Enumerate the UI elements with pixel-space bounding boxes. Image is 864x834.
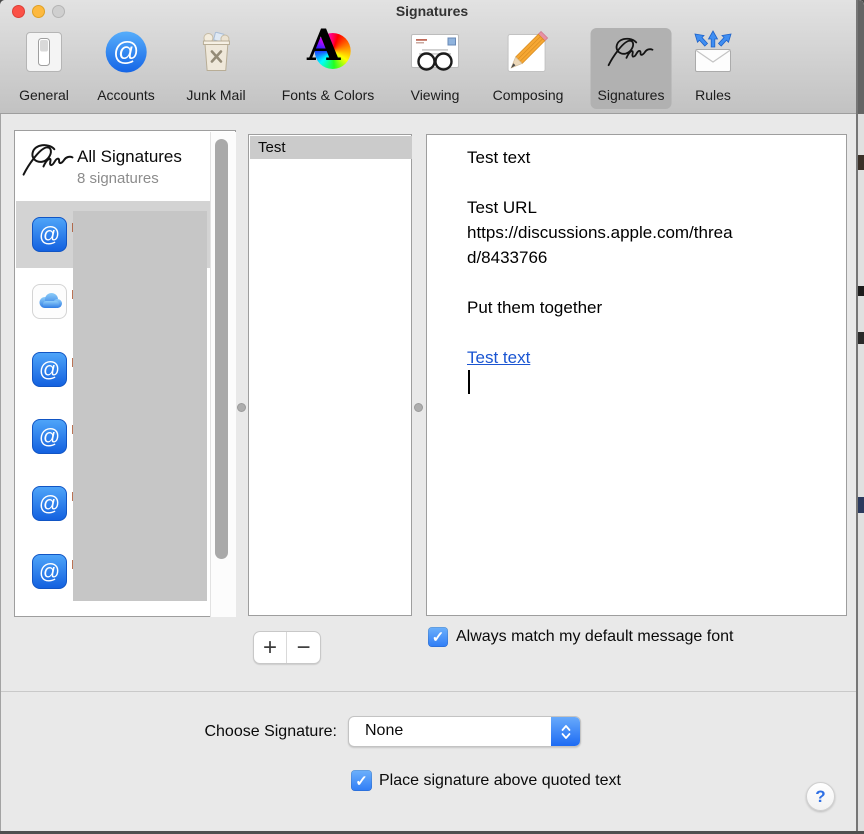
window-title: Signatures [395, 3, 469, 19]
signature-count-label: 8 signatures [77, 170, 159, 187]
window-chrome: Signatures General @ Accounts Junk Mail A Fon… [0, 0, 864, 114]
all-signatures-item[interactable]: All Signatures 8 signatures [16, 132, 210, 201]
at-account-icon: @ [32, 352, 67, 387]
accounts-panel: All Signatures 8 signatures @ @ @ @ @ [14, 130, 236, 617]
signature-editor-panel: Test text Test URL https://discussions.app… [426, 134, 847, 616]
popup-stepper-icon [551, 717, 580, 746]
place-above-checkbox[interactable] [351, 770, 372, 791]
add-signature-button[interactable]: + [254, 632, 288, 663]
help-button[interactable]: ? [806, 782, 835, 811]
window-right-edge [856, 0, 858, 834]
accounts-icon: @ [100, 30, 152, 76]
svg-text:@: @ [39, 561, 60, 584]
toolbar-item-label: Signatures [597, 87, 665, 103]
toolbar-item-junk-mail[interactable]: Junk Mail [179, 28, 252, 109]
at-account-icon: @ [32, 554, 67, 589]
toolbar-item-label: Viewing [410, 87, 460, 103]
at-account-icon: @ [32, 217, 67, 252]
editor-blank-line [467, 270, 837, 295]
toolbar-item-composing[interactable]: Composing [486, 28, 571, 109]
toolbar-item-viewing[interactable]: Viewing [402, 28, 468, 109]
editor-text: https://discussions.apple.com/threa [467, 223, 733, 242]
mail-preferences-window: Signatures General @ Accounts Junk Mail A Fon… [0, 0, 864, 834]
popup-selected-value: None [365, 722, 404, 739]
signature-editor[interactable]: Test text Test URL https://discussions.app… [428, 136, 847, 616]
choose-signature-popup[interactable]: None [348, 716, 581, 747]
general-icon [18, 30, 70, 76]
icloud-account-icon [32, 284, 67, 319]
window-left-edge [0, 114, 1, 834]
titlebar[interactable]: Signatures [0, 0, 864, 22]
editor-line: d/8433766 [467, 245, 837, 270]
signature-link[interactable]: Test text [467, 348, 530, 367]
scrollbar-track[interactable] [211, 132, 236, 617]
editor-line: Test text [467, 145, 837, 170]
editor-line: Test URL [467, 195, 837, 220]
signatures-icon [605, 30, 657, 76]
match-font-checkbox[interactable] [428, 627, 448, 647]
editor-text: Test URL [467, 198, 537, 217]
all-signatures-label: All Signatures [77, 147, 182, 166]
signature-list-item[interactable]: Test [250, 136, 412, 159]
toolbar-item-signatures[interactable]: Signatures [590, 28, 672, 109]
svg-text:@: @ [39, 426, 60, 449]
svg-text:@: @ [39, 493, 60, 516]
toolbar-item-label: Fonts & Colors [281, 87, 375, 103]
fonts-colors-icon: A [302, 22, 354, 76]
viewing-icon [409, 30, 461, 76]
match-font-label: Always match my default message font [456, 628, 734, 645]
scrollbar-thumb[interactable] [215, 139, 228, 559]
toolbar-item-label: Junk Mail [186, 87, 246, 103]
place-above-label: Place signature above quoted text [379, 772, 621, 789]
toolbar-item-label: Accounts [97, 87, 155, 103]
toolbar-item-label: Composing [492, 87, 564, 103]
toolbar-item-fonts-colors[interactable]: A Fonts & Colors [275, 22, 382, 109]
junk-mail-icon [190, 30, 242, 76]
text-caret [468, 370, 470, 394]
editor-line: https://discussions.apple.com/threa [467, 220, 837, 245]
choose-signature-label: Choose Signature: [204, 723, 337, 740]
at-account-icon: @ [32, 419, 67, 454]
rules-icon [687, 30, 739, 76]
editor-text: Put them together [467, 298, 603, 317]
at-account-icon: @ [32, 486, 67, 521]
svg-text:@: @ [39, 224, 60, 247]
remove-signature-button[interactable]: − [287, 632, 320, 663]
splitter-handle-right[interactable] [414, 403, 423, 412]
editor-text: Test text [467, 148, 531, 167]
signature-list-panel: Test [248, 134, 412, 616]
toolbar-item-accounts[interactable]: @ Accounts [90, 28, 162, 109]
toolbar-item-rules[interactable]: Rules [680, 28, 746, 109]
composing-icon [502, 30, 554, 76]
toolbar-item-label: Rules [695, 87, 731, 103]
editor-blank-line [467, 170, 837, 195]
add-remove-control: + − [253, 631, 321, 664]
signature-scribble-icon [19, 142, 77, 185]
toolbar-item-general[interactable]: General [11, 28, 77, 109]
redacted-account-names [73, 211, 207, 601]
editor-blank-line [467, 320, 837, 345]
editor-line: Put them together [467, 295, 837, 320]
splitter-handle-left[interactable] [237, 403, 246, 412]
toolbar-item-label: General [19, 87, 69, 103]
editor-caret-line [467, 370, 837, 395]
section-divider [0, 691, 864, 692]
editor-line: Test text [467, 345, 837, 370]
background-sliver [858, 0, 864, 834]
svg-text:@: @ [113, 36, 139, 66]
svg-text:@: @ [39, 359, 60, 382]
editor-text: d/8433766 [467, 248, 548, 267]
